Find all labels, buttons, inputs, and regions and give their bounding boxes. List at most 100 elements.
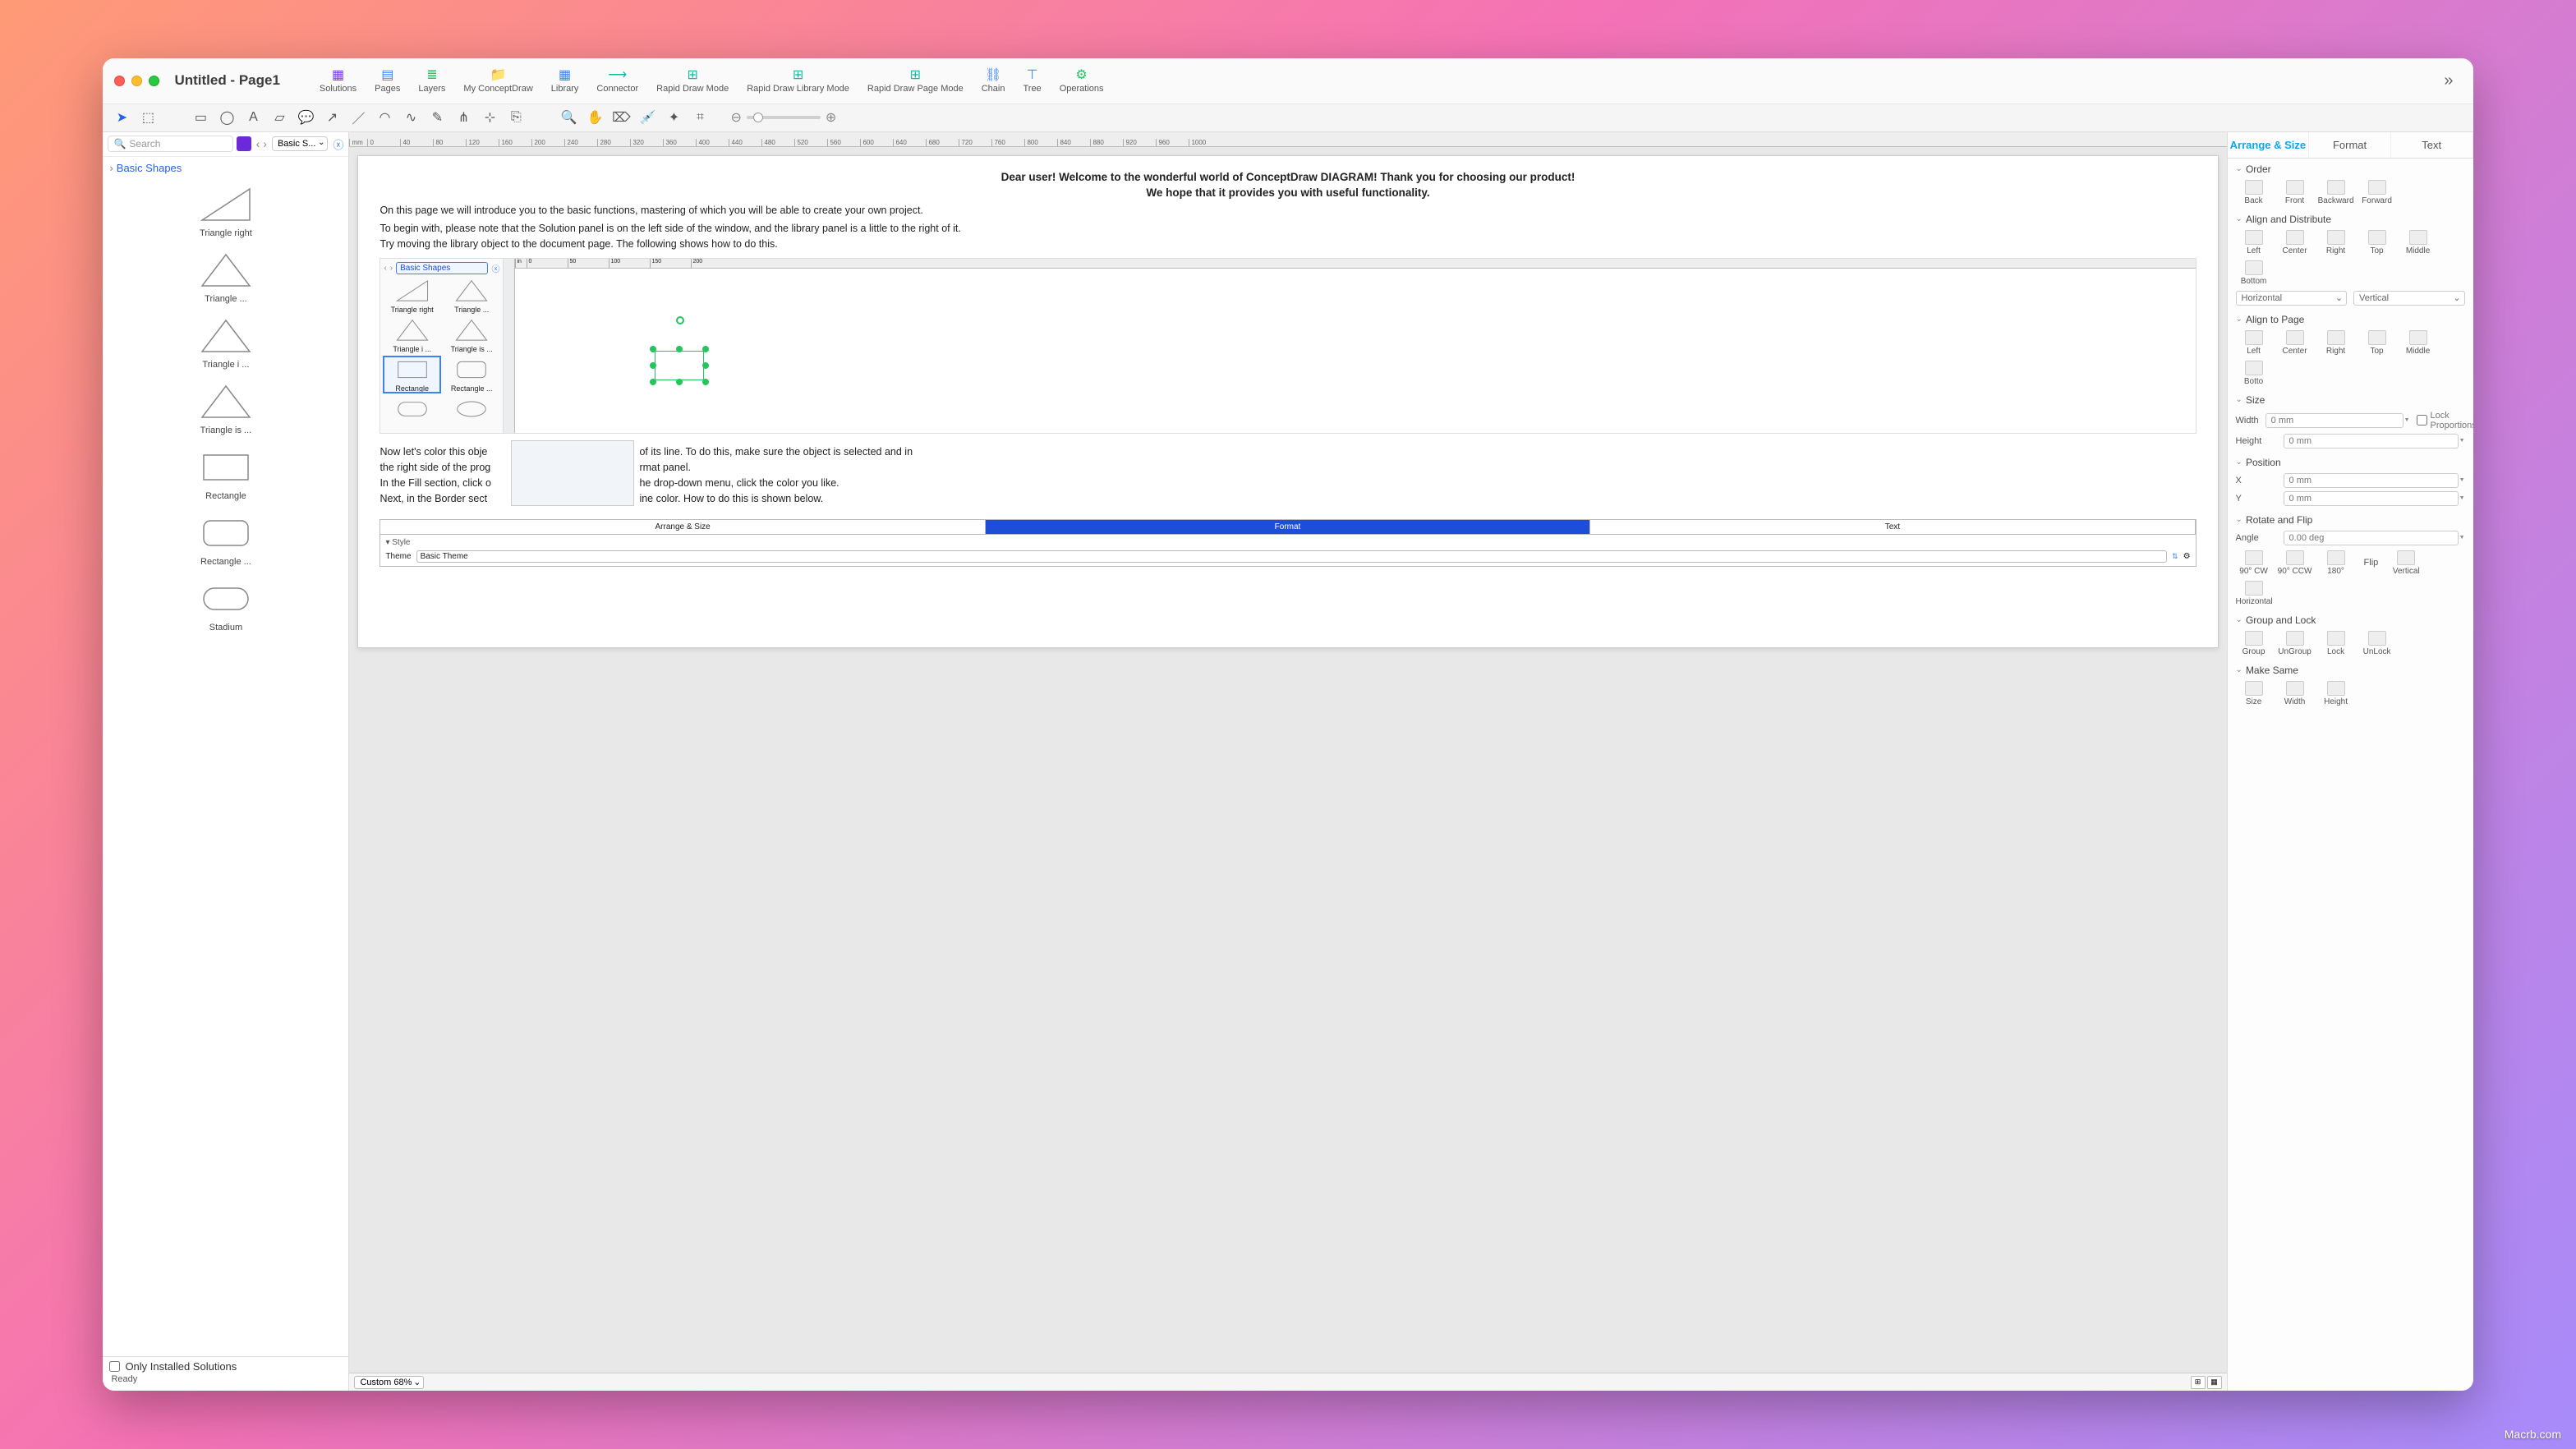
eyedropper-tool-icon[interactable]: 💉 — [635, 107, 660, 128]
toolbar-rapid-draw-library-mode[interactable]: ⊞Rapid Draw Library Mode — [740, 67, 856, 94]
resize-handle[interactable] — [702, 362, 709, 369]
text-tool-icon[interactable]: A — [241, 107, 265, 128]
align-bottom-button[interactable]: Bottom — [2236, 260, 2272, 286]
tab-format[interactable]: Format — [2309, 132, 2391, 158]
emb-theme-gear-icon[interactable]: ⚙ — [2183, 552, 2191, 561]
rect-tool-icon[interactable]: ▭ — [188, 107, 213, 128]
lib-next-icon[interactable]: › — [261, 137, 269, 150]
section-align[interactable]: Align and Distribute — [2236, 214, 2465, 225]
distribute-vertical-select[interactable]: Vertical — [2353, 291, 2465, 306]
distribute-horizontal-select[interactable]: Horizontal — [2236, 291, 2348, 306]
emb-next-icon[interactable]: › — [390, 264, 393, 273]
magic-tool-icon[interactable]: ✦ — [661, 107, 686, 128]
section-size[interactable]: Size — [2236, 394, 2465, 406]
toolbar-solutions[interactable]: ▦Solutions — [313, 67, 363, 94]
y-input[interactable] — [2284, 491, 2459, 506]
section-order[interactable]: Order — [2236, 163, 2465, 175]
ellipse-tool-icon[interactable]: ◯ — [214, 107, 239, 128]
footer-page-icon[interactable]: ▦ — [2207, 1376, 2222, 1389]
align-left-button[interactable]: Left — [2236, 230, 2272, 255]
alignpage-middle-button[interactable]: Middle — [2400, 330, 2436, 356]
document-page[interactable]: Dear user! Welcome to the wonderful worl… — [357, 155, 2218, 648]
selected-rectangle[interactable] — [655, 351, 704, 380]
library-select[interactable]: Basic S... — [272, 136, 328, 151]
resize-handle[interactable] — [650, 379, 656, 385]
lib-prev-icon[interactable]: ‹ — [255, 137, 262, 150]
emb-tab-format[interactable]: Format — [986, 520, 1590, 534]
order-front-button[interactable]: Front — [2277, 180, 2313, 205]
unlock-button[interactable]: UnLock — [2359, 631, 2395, 656]
height-input[interactable] — [2284, 434, 2459, 448]
pen-tool-icon[interactable]: ✎ — [425, 107, 449, 128]
library-tree-root[interactable]: Basic Shapes — [103, 157, 348, 179]
library-shape-triangle-[interactable]: Triangle ... — [111, 250, 340, 304]
maximize-button[interactable] — [149, 76, 159, 86]
handle-tool-icon[interactable]: ⊹ — [477, 107, 502, 128]
align-top-button[interactable]: Top — [2359, 230, 2395, 255]
zoom-track[interactable] — [747, 116, 821, 119]
resize-handle[interactable] — [702, 346, 709, 352]
toolbar-rapid-draw-page-mode[interactable]: ⊞Rapid Draw Page Mode — [861, 67, 970, 94]
alignpage-left-button[interactable]: Left — [2236, 330, 2272, 356]
library-shape-triangle-right[interactable]: Triangle right — [111, 184, 340, 238]
canvas-scroll[interactable]: Dear user! Welcome to the wonderful worl… — [349, 147, 2226, 1373]
emb-shape[interactable]: Triangle right — [384, 278, 440, 314]
tab-text[interactable]: Text — [2391, 132, 2473, 158]
emb-shape[interactable]: Triangle is ... — [444, 317, 500, 353]
emb-shape[interactable]: Rectangle ... — [444, 356, 500, 393]
section-make-same[interactable]: Make Same — [2236, 665, 2465, 676]
library-shape-rectangle-[interactable]: Rectangle ... — [111, 513, 340, 567]
only-installed-input[interactable] — [109, 1361, 120, 1372]
select-tool-icon[interactable]: ⬚ — [136, 107, 160, 128]
library-shape-triangle-i-[interactable]: Triangle i ... — [111, 315, 340, 370]
toolbar-operations[interactable]: ⚙Operations — [1053, 67, 1111, 94]
library-close-icon[interactable]: ⓧ — [333, 136, 343, 152]
order-forward-button[interactable]: Forward — [2359, 180, 2395, 205]
flip-vertical-button[interactable]: Vertical — [2388, 550, 2424, 576]
emb-lib-close-icon[interactable]: ⓧ — [491, 262, 499, 274]
lock-proportions-checkbox[interactable]: Lock Proportions — [2417, 411, 2473, 430]
angle-input[interactable] — [2284, 531, 2459, 545]
rotate-cw-button[interactable]: 90° CW — [2236, 550, 2272, 576]
align-middle-button[interactable]: Middle — [2400, 230, 2436, 255]
rotate-180-button[interactable]: 180° — [2318, 550, 2354, 576]
order-backward-button[interactable]: Backward — [2318, 180, 2354, 205]
lock-button[interactable]: Lock — [2318, 631, 2354, 656]
footer-fit-icon[interactable]: ⊞ — [2191, 1376, 2206, 1389]
emb-prev-icon[interactable]: ‹ — [384, 264, 386, 273]
toolbar-chain[interactable]: ⛓Chain — [975, 67, 1012, 94]
order-back-button[interactable]: Back — [2236, 180, 2272, 205]
align-right-button[interactable]: Right — [2318, 230, 2354, 255]
zoom-slider[interactable]: ⊖ ⊕ — [730, 109, 836, 126]
library-search[interactable]: 🔍 Search — [108, 136, 232, 152]
alignpage-center-button[interactable]: Center — [2277, 330, 2313, 356]
makesame-height-button[interactable]: Height — [2318, 681, 2354, 706]
minimize-button[interactable] — [131, 76, 142, 86]
toolbar-my-conceptdraw[interactable]: 📁My ConceptDraw — [457, 67, 539, 94]
emb-shape[interactable]: Rectangle — [384, 356, 440, 393]
library-shape-stadium[interactable]: Stadium — [111, 578, 340, 632]
rotation-handle-icon[interactable] — [676, 316, 684, 324]
resize-handle[interactable] — [676, 379, 683, 385]
crop-tool-icon[interactable]: ⌗ — [688, 107, 712, 128]
rotate-ccw-button[interactable]: 90° CCW — [2277, 550, 2313, 576]
zoom-thumb[interactable] — [753, 113, 763, 122]
toolbar-pages[interactable]: ▤Pages — [368, 67, 407, 94]
toolbar-rapid-draw-mode[interactable]: ⊞Rapid Draw Mode — [650, 67, 735, 94]
toolbar-overflow-icon[interactable]: » — [2436, 71, 2461, 90]
toolbar-connector[interactable]: ⟶Connector — [590, 67, 645, 94]
tab-arrange[interactable]: Arrange & Size — [2228, 132, 2310, 158]
search-tool-icon[interactable]: 🔍 — [556, 107, 581, 128]
group-button[interactable]: Group — [2236, 631, 2272, 656]
solution-badge-icon[interactable] — [237, 136, 251, 151]
emb-tab-arrange[interactable]: Arrange & Size — [380, 520, 985, 534]
align-center-button[interactable]: Center — [2277, 230, 2313, 255]
arrow-tool-icon[interactable]: ↗ — [320, 107, 344, 128]
alignpage-top-button[interactable]: Top — [2359, 330, 2395, 356]
makesame-width-button[interactable]: Width — [2277, 681, 2313, 706]
resize-handle[interactable] — [702, 379, 709, 385]
pointer-tool-icon[interactable]: ➤ — [109, 107, 134, 128]
only-installed-checkbox[interactable]: Only Installed Solutions — [109, 1360, 342, 1373]
ungroup-button[interactable]: UnGroup — [2277, 631, 2313, 656]
arc-tool-icon[interactable]: ◠ — [372, 107, 397, 128]
